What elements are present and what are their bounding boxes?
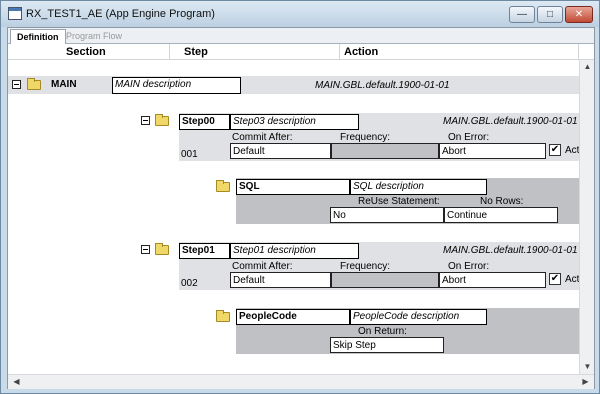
section-market-info: MAIN.GBL.default.1900-01-01 bbox=[315, 80, 450, 91]
tab-definition[interactable]: Definition bbox=[10, 29, 66, 44]
step00-frequency-field[interactable] bbox=[331, 143, 439, 159]
section-row bbox=[8, 76, 579, 94]
peoplecode-on-return-label: On Return: bbox=[358, 326, 407, 337]
step01-commit-after-field[interactable]: Default bbox=[230, 272, 331, 288]
step00-active-checkbox[interactable]: ✔ bbox=[549, 144, 561, 156]
column-header-section: Section bbox=[8, 44, 170, 60]
folder-icon bbox=[216, 310, 230, 322]
sql-reuse-label: ReUse Statement: bbox=[358, 196, 440, 207]
close-button[interactable]: ✕ bbox=[565, 6, 593, 23]
step01-active-checkbox[interactable]: ✔ bbox=[549, 273, 561, 285]
step00-commit-after-label: Commit After: bbox=[232, 132, 293, 143]
step01-frequency-field[interactable] bbox=[331, 272, 439, 288]
minimize-icon: — bbox=[517, 9, 527, 20]
scroll-left-icon[interactable]: ◀ bbox=[9, 377, 24, 386]
folder-icon bbox=[155, 114, 169, 126]
scroll-down-icon[interactable]: ▼ bbox=[580, 362, 595, 371]
step00-on-error-field[interactable]: Abort bbox=[439, 143, 546, 159]
window-title: RX_TEST1_AE (App Engine Program) bbox=[26, 8, 215, 20]
minimize-button[interactable]: — bbox=[509, 6, 535, 23]
sql-action-type[interactable]: SQL bbox=[236, 179, 350, 195]
horizontal-scrollbar[interactable]: ◀ ▶ bbox=[8, 374, 594, 389]
app-engine-window: RX_TEST1_AE (App Engine Program) — □ ✕ D… bbox=[0, 0, 600, 394]
section-description[interactable]: MAIN description bbox=[112, 77, 241, 94]
step01-frequency-label: Frequency: bbox=[340, 261, 391, 272]
app-icon bbox=[8, 7, 22, 20]
sql-no-rows-label: No Rows: bbox=[480, 196, 524, 207]
step01-on-error-label: On Error: bbox=[448, 261, 490, 272]
column-header-step: Step bbox=[170, 44, 340, 60]
peoplecode-on-return-field[interactable]: Skip Step bbox=[330, 337, 444, 353]
column-header-action: Action bbox=[340, 44, 579, 60]
collapse-icon[interactable] bbox=[141, 116, 150, 125]
step01-name[interactable]: Step01 bbox=[179, 243, 230, 259]
step01-commit-after-label: Commit After: bbox=[232, 261, 293, 272]
step00-frequency-label: Frequency: bbox=[340, 132, 391, 143]
vertical-scrollbar[interactable]: ▲ ▼ bbox=[579, 60, 594, 374]
folder-icon bbox=[155, 243, 169, 255]
peoplecode-action-type[interactable]: PeopleCode bbox=[236, 309, 350, 325]
maximize-icon: □ bbox=[546, 9, 554, 20]
scroll-up-icon[interactable]: ▲ bbox=[580, 62, 595, 71]
step00-market-info: MAIN.GBL.default.1900-01-01 bbox=[443, 116, 578, 127]
peoplecode-action-description[interactable]: PeopleCode description bbox=[350, 309, 487, 325]
step00-on-error-label: On Error: bbox=[448, 132, 490, 143]
collapse-icon[interactable] bbox=[141, 245, 150, 254]
column-header: Section Step Action bbox=[8, 44, 594, 60]
step01-on-error-field[interactable]: Abort bbox=[439, 272, 546, 288]
title-bar[interactable]: RX_TEST1_AE (App Engine Program) — □ ✕ bbox=[1, 1, 599, 27]
sql-reuse-field[interactable]: No bbox=[330, 207, 444, 223]
step01-description[interactable]: Step01 description bbox=[230, 243, 359, 259]
section-name: MAIN bbox=[51, 79, 77, 90]
tab-program-flow[interactable]: Program Flow bbox=[60, 29, 128, 44]
program-editor: Definition Program Flow Section Step Act… bbox=[7, 27, 595, 389]
folder-icon bbox=[216, 180, 230, 192]
collapse-icon[interactable] bbox=[12, 80, 21, 89]
step00-commit-after-field[interactable]: Default bbox=[230, 143, 331, 159]
step00-description[interactable]: Step03 description bbox=[230, 114, 359, 130]
step01-market-info: MAIN.GBL.default.1900-01-01 bbox=[443, 245, 578, 256]
folder-icon bbox=[27, 78, 41, 90]
step01-number: 002 bbox=[181, 278, 198, 289]
sql-action-description[interactable]: SQL description bbox=[350, 179, 487, 195]
scroll-right-icon[interactable]: ▶ bbox=[578, 377, 593, 386]
tab-strip: Definition Program Flow bbox=[8, 28, 594, 44]
step00-name[interactable]: Step00 bbox=[179, 114, 230, 130]
close-icon: ✕ bbox=[574, 9, 584, 20]
maximize-button[interactable]: □ bbox=[537, 6, 563, 23]
sql-no-rows-field[interactable]: Continue bbox=[444, 207, 558, 223]
step00-number: 001 bbox=[181, 149, 198, 160]
